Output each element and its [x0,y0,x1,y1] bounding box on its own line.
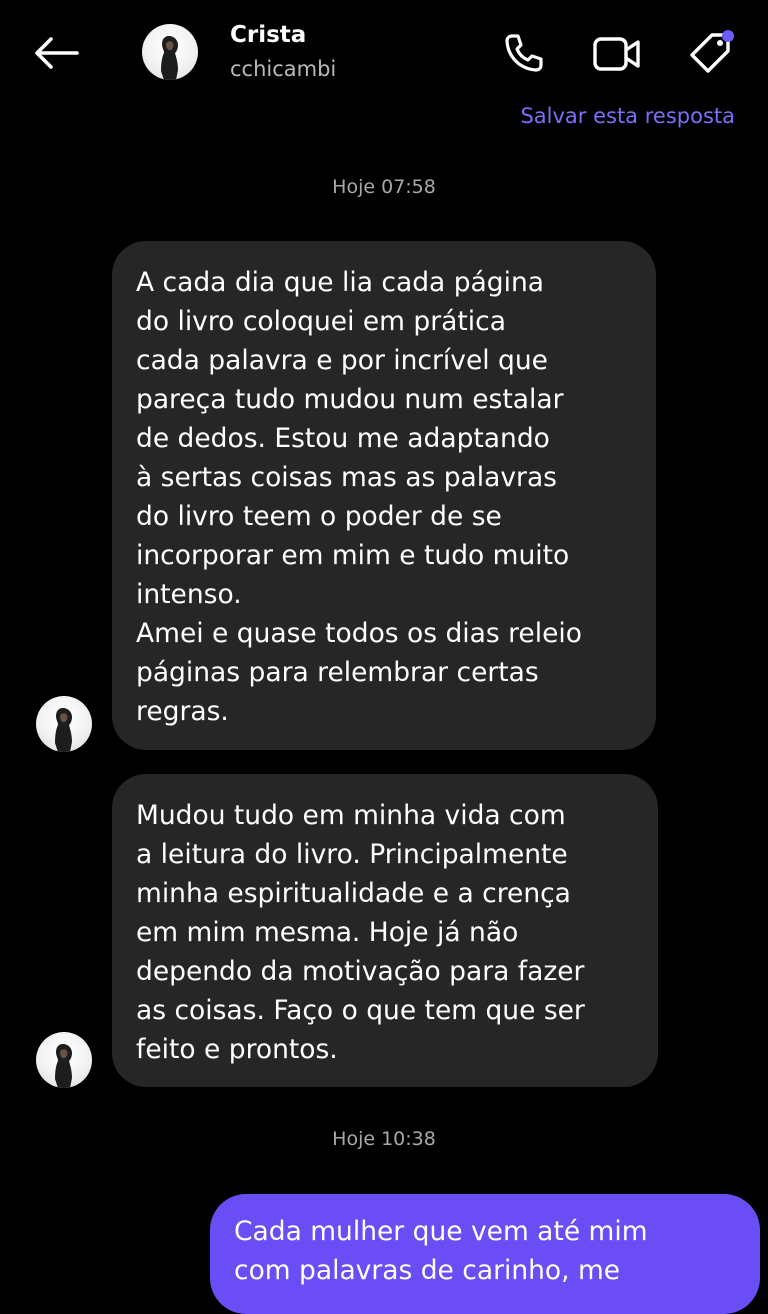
message-timestamp: Hoje 07:58 [332,176,436,198]
profile-photo [161,36,178,80]
message-timestamp: Hoje 10:38 [332,1128,436,1150]
sent-message[interactable]: Cada mulher que vem até mim com palavras… [210,1194,760,1314]
notification-dot [722,30,734,42]
sender-avatar[interactable] [36,1032,92,1088]
video-call-button[interactable] [592,30,642,78]
back-button[interactable] [30,30,82,76]
voice-call-button[interactable] [498,30,548,78]
phone-icon [505,34,543,72]
contact-username[interactable]: cchicambi [230,57,336,81]
received-message[interactable]: Mudou tudo em minha vida com a leitura d… [112,774,658,1087]
contact-name[interactable]: Crista [230,22,306,48]
profile-photo [55,708,72,752]
video-camera-icon [593,37,640,71]
tag-button[interactable] [686,30,736,78]
arrow-left-icon [35,37,79,69]
avatar[interactable] [142,24,198,80]
save-reply-link[interactable]: Salvar esta resposta [520,104,735,128]
sender-avatar[interactable] [36,696,92,752]
profile-photo [55,1044,72,1088]
chat-header: Crista cchicambi Salvar esta resposta [0,0,768,140]
received-message[interactable]: A cada dia que lia cada página do livro … [112,241,656,750]
